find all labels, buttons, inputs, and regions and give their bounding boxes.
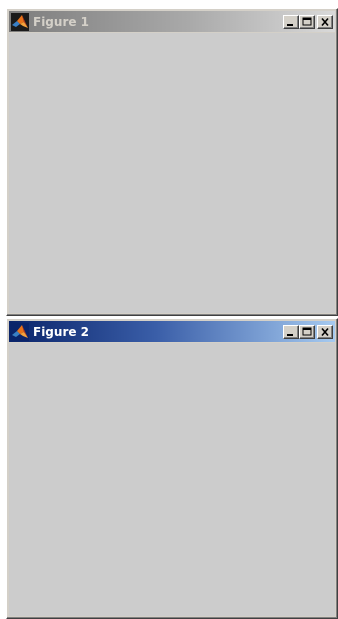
caption-buttons (283, 14, 333, 29)
close-button[interactable] (317, 14, 333, 29)
close-icon (321, 327, 329, 336)
minimize-button[interactable] (283, 324, 299, 339)
figure-1-titlebar[interactable]: Figure 1 (9, 11, 335, 32)
desktop: Figure 1 Figure 2 (0, 0, 338, 619)
minimize-button[interactable] (283, 14, 299, 29)
figure-1-window[interactable]: Figure 1 (6, 8, 338, 316)
caption-buttons (283, 324, 333, 339)
figure-2-window[interactable]: Figure 2 (6, 318, 338, 619)
close-icon (321, 17, 329, 26)
maximize-button[interactable] (299, 324, 315, 339)
close-button[interactable] (317, 324, 333, 339)
maximize-icon (302, 327, 312, 335)
minimize-icon (287, 333, 293, 336)
figure-1-canvas[interactable] (9, 33, 335, 313)
minimize-icon (287, 23, 293, 26)
figure-2-titlebar[interactable]: Figure 2 (9, 321, 335, 342)
matlab-logo-icon (11, 12, 29, 31)
window-title: Figure 2 (33, 324, 90, 339)
figure-2-canvas[interactable] (9, 343, 335, 616)
maximize-icon (302, 17, 312, 25)
matlab-logo-icon (11, 322, 29, 341)
window-title: Figure 1 (33, 14, 90, 29)
maximize-button[interactable] (299, 14, 315, 29)
